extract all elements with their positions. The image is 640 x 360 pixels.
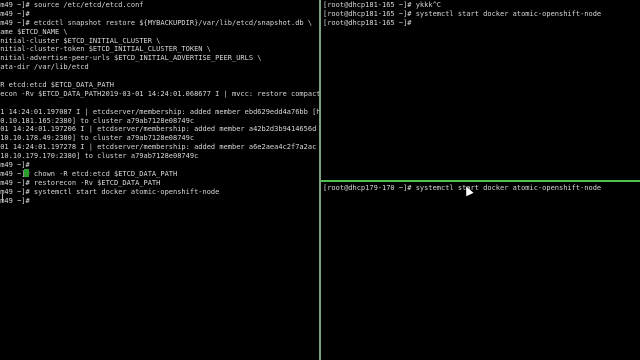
terminal-line: vm49 ~]# systemctl start docker atomic-o… xyxy=(0,187,220,196)
terminal-line: name $ETCD_NAME \ xyxy=(0,27,68,36)
terminal-line: -R etcd:etcd $ETCD_DATA_PATH xyxy=(0,81,115,90)
terminal-line: [root@dhcp181-165 ~]# systemctl start do… xyxy=(323,9,602,18)
terminal-line: vm49 ~]# chown -R etcd:etcd $ETCD_DATA_P… xyxy=(0,169,178,178)
terminal-line: recon -Rv $ETCD_DATA_PATH2019-03-01 14:2… xyxy=(0,89,319,98)
terminal-cursor xyxy=(24,169,29,177)
terminal-line: /10.10.179.170:2380] to cluster a79ab712… xyxy=(0,152,199,161)
terminal-line: data-dir /var/lib/etcd xyxy=(0,63,89,72)
terminal-output: vm49 ~]# source /etc/etcd/etcd.conf vm49… xyxy=(0,1,319,205)
terminal-pane-right-bottom[interactable]: [root@dhcp179-170 ~]# systemctl start do… xyxy=(321,182,640,360)
terminal-line: vm49 ~]# source /etc/etcd/etcd.conf xyxy=(0,1,144,9)
terminal-line: vm49 ~]# xyxy=(0,161,30,170)
terminal-line: initial-cluster $ETCD_INITIAL_CLUSTER \ xyxy=(0,36,161,45)
terminal-pane-left[interactable]: vm49 ~]# source /etc/etcd/etcd.conf vm49… xyxy=(0,0,319,360)
terminal-line: /10.10.178.49:2380] to cluster a79ab7128… xyxy=(0,134,195,143)
terminal-output: [root@dhcp181-165 ~]# ykkk^C [root@dhcp1… xyxy=(323,1,601,28)
terminal-line: 10.10.181.165:2380] to cluster a79ab7128… xyxy=(0,116,195,125)
terminal-line: 01 14:24:01.197087 I | etcdserver/member… xyxy=(0,107,319,116)
terminal-line: -01 14:24:01.197206 I | etcdserver/membe… xyxy=(0,125,319,134)
terminal-line: -01 14:24:01.197278 I | etcdserver/membe… xyxy=(0,143,319,152)
terminal-cursor xyxy=(2,194,3,202)
terminal-line: vm49 ~]# xyxy=(0,196,30,205)
terminal-pane-right-top[interactable]: [root@dhcp181-165 ~]# ykkk^C [root@dhcp1… xyxy=(321,0,640,180)
terminal-line: vm49 ~]# xyxy=(0,9,30,18)
terminal-line: [root@dhcp181-165 ~]# xyxy=(323,18,412,27)
terminal-line: initial-cluster-token $ETCD_INITIAL_CLUS… xyxy=(0,45,211,54)
terminal-line: [root@dhcp181-165 ~]# ykkk^C xyxy=(323,1,442,9)
terminal-line: vm49 ~]# restorecon -Rv $ETCD_DATA_PATH xyxy=(0,178,161,187)
terminal-line: vm49 ~]# etcdctl snapshot restore ${MYBA… xyxy=(0,18,313,27)
terminal-line: initial-advertise-peer-urls $ETCD_INITIA… xyxy=(0,54,262,63)
